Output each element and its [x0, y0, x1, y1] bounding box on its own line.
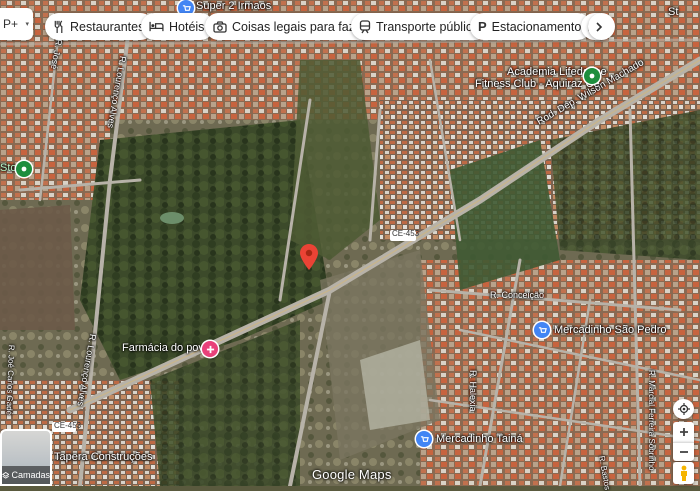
pegman-button[interactable]: [673, 462, 694, 484]
chip-label: Restaurantes: [70, 19, 145, 34]
shopping-poi-icon-taina[interactable]: [416, 431, 432, 447]
poi-label-sto[interactable]: Sto: [0, 162, 17, 174]
poi-label-tapera[interactable]: Tapera Construções: [54, 451, 152, 463]
location-pin-icon[interactable]: [300, 244, 318, 270]
layers-label: Camadas: [11, 470, 50, 480]
chip-hoteis[interactable]: Hotéis: [141, 13, 215, 40]
layers-button[interactable]: Camadas: [0, 429, 52, 486]
chevron-right-icon: [596, 21, 603, 32]
plus-icon: [679, 428, 688, 436]
google-maps-logo: Google Maps: [312, 467, 392, 482]
zoom-in-button[interactable]: [673, 422, 694, 442]
poi-label-mercadinho-sao-pedro[interactable]: Mercadinho São Pedro: [554, 324, 667, 336]
pegman-icon: [680, 465, 687, 481]
search-box[interactable]: P+ ▾: [0, 8, 33, 40]
minus-icon: [679, 451, 688, 453]
route-ce453-shield-2: CE-453: [54, 421, 82, 430]
chip-label: Hotéis: [169, 19, 205, 34]
street-label-r-macario: R. Marcial Ferreira Sobrinho: [647, 370, 656, 471]
camera-icon: [213, 20, 227, 33]
chevron-down-icon[interactable]: ▾: [25, 20, 29, 28]
chip-transporte-publico[interactable]: Transporte público: [351, 13, 490, 40]
chip-restaurantes[interactable]: Restaurantes: [45, 13, 155, 40]
street-label-r-conceicao: R. Conceição: [490, 290, 545, 300]
green-poi-icon-left[interactable]: [16, 161, 32, 177]
chip-label: Estacionamento: [491, 19, 582, 34]
poi-label-mercadinho-taina[interactable]: Mercadinho Tainá: [436, 433, 523, 445]
poi-label-st-top-right[interactable]: St: [668, 6, 678, 18]
crosshair-icon: [677, 403, 690, 415]
zoom-out-button[interactable]: [673, 442, 694, 461]
street-label-r-halexia: R. Halexia: [468, 370, 478, 412]
pharmacy-poi-icon[interactable]: [202, 341, 218, 357]
my-location-button[interactable]: [673, 399, 694, 419]
poi-label-farmacia[interactable]: Farmácia do povo: [122, 342, 210, 354]
poi-label-academia-2[interactable]: Fitness Club - Aquiraz Ce: [475, 78, 600, 90]
bed-icon: [149, 21, 164, 32]
poi-label-super2irmaos[interactable]: Super 2 Irmaos: [196, 0, 271, 12]
chip-label: Transporte público: [376, 19, 480, 34]
chip-estacionamento[interactable]: P Estacionamento: [470, 13, 592, 40]
search-box-text: P+: [3, 17, 19, 31]
layers-icon: [2, 471, 10, 479]
parking-icon: P: [478, 19, 487, 34]
fork-knife-icon: [54, 20, 63, 33]
train-icon: [359, 19, 371, 33]
gym-poi-icon[interactable]: [584, 68, 600, 84]
chips-scroll-right-button[interactable]: [588, 13, 615, 40]
route-ce453-shield: CE-453: [392, 229, 420, 238]
chip-label: Coisas legais para fazer: [232, 19, 367, 34]
shopping-poi-icon-sao-pedro[interactable]: [534, 322, 550, 338]
